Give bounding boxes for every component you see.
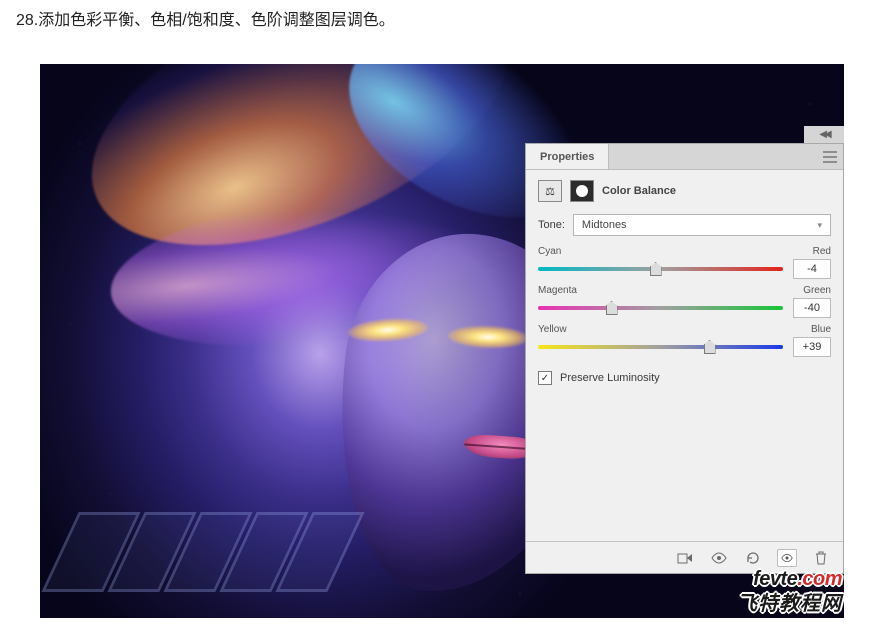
slider-magenta-green: Magenta Green -40 <box>526 281 843 320</box>
slider-value[interactable]: -40 <box>793 298 831 318</box>
adjustment-title: Color Balance <box>602 185 676 197</box>
tone-value: Midtones <box>582 219 627 231</box>
slider-cyan-red: Cyan Red -4 <box>526 242 843 281</box>
slider-track[interactable] <box>538 306 783 310</box>
panel-menu-icon[interactable] <box>817 144 843 169</box>
preserve-luminosity-row: ✓ Preserve Luminosity <box>526 359 843 397</box>
reset-icon[interactable] <box>743 548 763 568</box>
slider-right-label: Green <box>803 285 831 296</box>
properties-panel: Properties ⚖ Color Balance Tone: Midtone… <box>525 143 844 574</box>
slider-track[interactable] <box>538 267 783 271</box>
view-previous-icon[interactable] <box>709 548 729 568</box>
layer-mask-icon[interactable] <box>570 180 594 202</box>
watermark-cn: 飞特教程网 <box>737 587 842 616</box>
toggle-visibility-icon[interactable] <box>777 549 797 567</box>
slider-thumb[interactable] <box>606 301 618 315</box>
site-watermark: fevte.com 飞特教程网 <box>737 568 842 616</box>
slider-left-label: Magenta <box>538 285 577 296</box>
slider-value[interactable]: +39 <box>793 337 831 357</box>
tone-row: Tone: Midtones ▾ <box>526 208 843 242</box>
preserve-luminosity-label: Preserve Luminosity <box>560 372 660 384</box>
tab-properties[interactable]: Properties <box>526 144 609 169</box>
preserve-luminosity-checkbox[interactable]: ✓ <box>538 371 552 385</box>
canvas-artwork: ◀◀ Properties ⚖ Color Balance Tone: Midt… <box>40 64 844 618</box>
slider-track[interactable] <box>538 345 783 349</box>
delete-icon[interactable] <box>811 548 831 568</box>
slider-yellow-blue: Yellow Blue +39 <box>526 320 843 359</box>
panel-tabs: Properties <box>526 144 843 170</box>
slider-value[interactable]: -4 <box>793 259 831 279</box>
tone-dropdown[interactable]: Midtones ▾ <box>573 214 831 236</box>
slider-left-label: Yellow <box>538 324 567 335</box>
chevron-down-icon: ▾ <box>817 220 822 231</box>
color-balance-icon[interactable]: ⚖ <box>538 180 562 202</box>
slider-right-label: Red <box>813 246 831 257</box>
slider-thumb[interactable] <box>704 340 716 354</box>
adjustment-header: ⚖ Color Balance <box>526 170 843 208</box>
slider-right-label: Blue <box>811 324 831 335</box>
uiiiu-watermark <box>60 512 346 592</box>
panel-collapse-icon[interactable]: ◀◀ <box>804 126 844 143</box>
slider-left-label: Cyan <box>538 246 561 257</box>
tone-label: Tone: <box>538 219 565 231</box>
slider-thumb[interactable] <box>650 262 662 276</box>
clip-to-layer-icon[interactable] <box>675 548 695 568</box>
step-instruction: 28.添加色彩平衡、色相/饱和度、色阶调整图层调色。 <box>0 0 885 44</box>
